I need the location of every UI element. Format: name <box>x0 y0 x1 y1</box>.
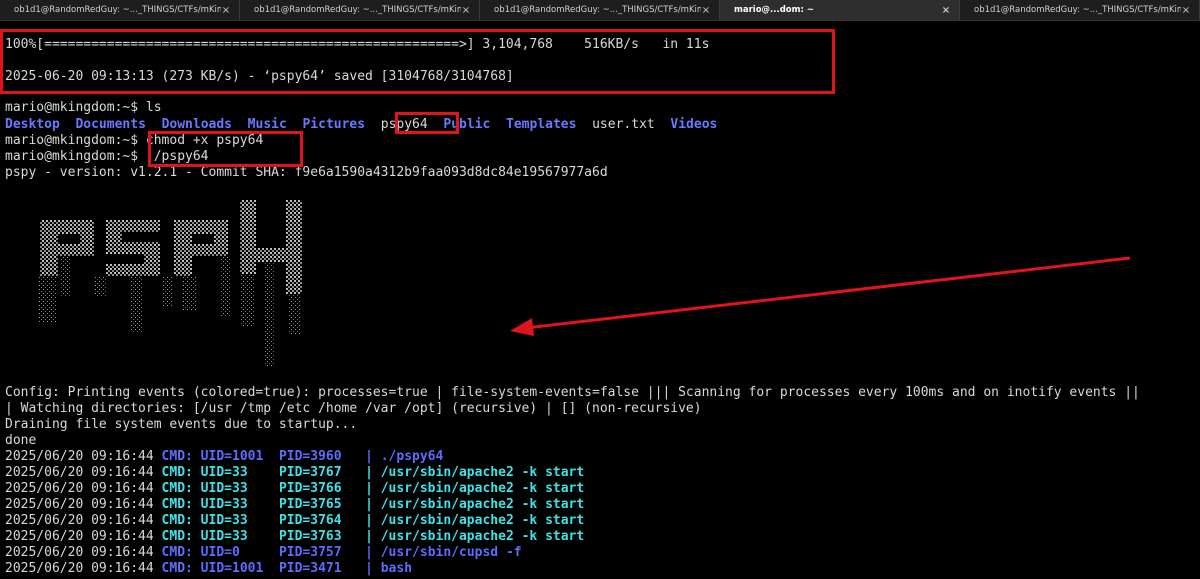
ls-entry-downloads: Downloads <box>161 117 233 132</box>
event-time: 2025/06/20 09:16:44 <box>5 481 154 496</box>
event-separator: | <box>365 545 373 560</box>
event-row: 2025/06/20 09:16:44 CMD: UID=1001 PID=34… <box>5 561 412 577</box>
ls-entry-videos: Videos <box>670 117 718 132</box>
event-process: /usr/sbin/cupsd -f <box>380 545 522 560</box>
close-icon[interactable]: × <box>941 5 951 16</box>
pspy-version-line: pspy - version: v1.2.1 - Commit SHA: f9e… <box>5 165 608 180</box>
event-row: 2025/06/20 09:16:44 CMD: UID=33 PID=3766… <box>5 481 584 497</box>
event-pid: PID=3766 <box>278 481 342 496</box>
event-time: 2025/06/20 09:16:44 <box>5 545 154 560</box>
event-pid: PID=3765 <box>278 497 342 512</box>
tab-label: ob1d1@RandomRedGuy: ~..._THINGS/CTFs/mKi… <box>974 5 1181 15</box>
close-icon[interactable]: × <box>1181 5 1191 16</box>
event-time: 2025/06/20 09:16:44 <box>5 529 154 544</box>
close-icon[interactable]: × <box>221 5 231 16</box>
event-separator: | <box>365 465 373 480</box>
event-uid: CMD: UID=33 <box>161 465 248 480</box>
event-separator: | <box>365 449 373 464</box>
event-separator: | <box>365 497 373 512</box>
event-uid: CMD: UID=33 <box>161 497 248 512</box>
event-process: /usr/sbin/apache2 -k start <box>380 529 585 544</box>
ls-entry-templates: Templates <box>506 117 577 132</box>
tab-terminal-3[interactable]: ob1d1@RandomRedGuy: ~..._THINGS/CTFs/mKi… <box>480 0 720 20</box>
config-line: done <box>5 433 37 448</box>
event-time: 2025/06/20 09:16:44 <box>5 465 154 480</box>
event-time: 2025/06/20 09:16:44 <box>5 449 154 464</box>
event-uid: CMD: UID=33 <box>161 513 248 528</box>
close-icon[interactable]: × <box>461 5 471 16</box>
tab-terminal-mario-active[interactable]: mario@...dom: ~ × <box>720 0 960 20</box>
event-row: 2025/06/20 09:16:44 CMD: UID=33 PID=3767… <box>5 465 584 481</box>
event-row: 2025/06/20 09:16:44 CMD: UID=0 PID=3757 … <box>5 545 522 561</box>
event-separator: | <box>365 561 373 576</box>
event-process: /usr/sbin/apache2 -k start <box>380 481 585 496</box>
highlight-commands-box <box>148 131 303 167</box>
tab-terminal-2[interactable]: ob1d1@RandomRedGuy: ~..._THINGS/CTFs/mKi… <box>240 0 480 20</box>
event-separator: | <box>365 513 373 528</box>
event-separator: | <box>365 481 373 496</box>
event-pid: PID=3767 <box>278 465 342 480</box>
tab-terminal-1[interactable]: ob1d1@RandomRedGuy: ~..._THINGS/CTFs/mKi… <box>0 0 240 20</box>
ls-entry-desktop: Desktop <box>5 117 60 132</box>
event-time: 2025/06/20 09:16:44 <box>5 513 154 528</box>
event-uid: CMD: UID=0 <box>161 545 240 560</box>
event-row: 2025/06/20 09:16:44 CMD: UID=33 PID=3765… <box>5 497 584 513</box>
prompt-line-ls: mario@mkingdom:~$ ls <box>5 100 162 116</box>
event-process: bash <box>380 561 413 576</box>
event-pid: PID=3471 <box>278 561 342 576</box>
event-time: 2025/06/20 09:16:44 <box>5 561 154 576</box>
config-line: Config: Printing events (colored=true): … <box>5 385 1140 400</box>
annotation-arrow-icon <box>510 256 1131 336</box>
close-icon[interactable]: × <box>701 5 711 16</box>
event-row: 2025/06/20 09:16:44 CMD: UID=33 PID=3763… <box>5 529 584 545</box>
event-uid: CMD: UID=1001 <box>161 449 264 464</box>
highlight-download-box <box>0 29 835 94</box>
event-uid: CMD: UID=1001 <box>161 561 264 576</box>
shell-prompt: mario@mkingdom:~$ <box>5 149 139 164</box>
event-process: /usr/sbin/apache2 -k start <box>380 513 585 528</box>
command-text: ls <box>145 100 162 115</box>
event-process: /usr/sbin/apache2 -k start <box>380 465 585 480</box>
config-line: | Watching directories: [/usr /tmp /etc … <box>5 401 702 416</box>
event-pid: PID=3764 <box>278 513 342 528</box>
shell-prompt: mario@mkingdom:~$ <box>5 100 139 115</box>
event-uid: CMD: UID=33 <box>161 481 248 496</box>
config-line: Draining file system events due to start… <box>5 417 358 432</box>
highlight-pspy64-box <box>395 112 459 134</box>
tab-label: ob1d1@RandomRedGuy: ~..._THINGS/CTFs/mKi… <box>254 5 461 15</box>
event-pid: PID=3960 <box>278 449 342 464</box>
event-separator: | <box>365 529 373 544</box>
tab-bar: ob1d1@RandomRedGuy: ~..._THINGS/CTFs/mKi… <box>0 0 1200 21</box>
event-uid: CMD: UID=33 <box>161 529 248 544</box>
event-process: ./pspy64 <box>380 449 444 464</box>
tab-label: mario@...dom: ~ <box>734 5 814 15</box>
ls-output-line: Desktop Documents Downloads Music Pictur… <box>5 117 717 133</box>
event-row: 2025/06/20 09:16:44 CMD: UID=1001 PID=39… <box>5 449 443 465</box>
shell-prompt: mario@mkingdom:~$ <box>5 133 139 148</box>
pspy-logo-banner <box>38 200 302 367</box>
tab-label: ob1d1@RandomRedGuy: ~..._THINGS/CTFs/mKi… <box>494 5 701 15</box>
tab-label: ob1d1@RandomRedGuy: ~..._THINGS/CTFs/mKi… <box>14 5 221 15</box>
event-pid: PID=3763 <box>278 529 342 544</box>
event-process: /usr/sbin/apache2 -k start <box>380 497 585 512</box>
ls-entry-music: Music <box>247 117 287 132</box>
ls-entry-user-txt: user.txt <box>592 117 655 132</box>
event-row: 2025/06/20 09:16:44 CMD: UID=33 PID=3764… <box>5 513 584 529</box>
event-time: 2025/06/20 09:16:44 <box>5 497 154 512</box>
ls-entry-documents: Documents <box>75 117 146 132</box>
event-pid: PID=3757 <box>278 545 342 560</box>
ls-entry-pictures: Pictures <box>302 117 366 132</box>
tab-terminal-5[interactable]: ob1d1@RandomRedGuy: ~..._THINGS/CTFs/mKi… <box>960 0 1200 20</box>
